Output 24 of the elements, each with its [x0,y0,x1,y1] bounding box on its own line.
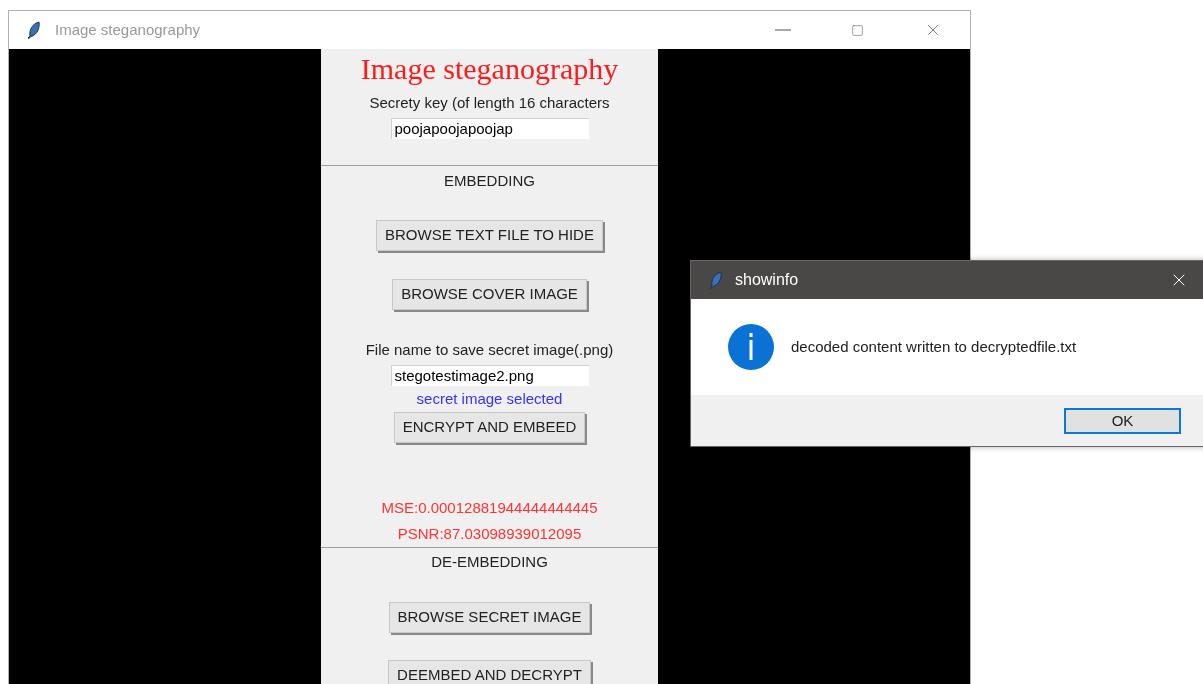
status-text: MSE:0.00012881944444444445 [381,498,598,518]
feather-icon [709,271,723,289]
status-text: PSNR:87.03098939012095 [397,524,582,544]
dialog-title: showinfo [735,270,799,290]
field-label: Secrety key (of length 16 characters [369,93,610,113]
ok-button[interactable]: OK [1064,407,1181,434]
action-button[interactable]: BROWSE TEXT FILE TO HIDE [376,220,603,251]
action-button[interactable]: ENCRYPT AND EMBEED [393,412,586,443]
action-button[interactable]: DEEMBED AND DECRYPT [388,660,591,684]
minimize-icon [774,29,791,31]
input-field[interactable]: stegotestimage2.png [390,365,589,386]
field-label: EMBEDDING [444,171,535,191]
action-button[interactable]: BROWSE COVER IMAGE [392,279,587,310]
maximize-icon [851,23,864,37]
field-label: DE-EMBEDDING [431,552,548,572]
field-label: File name to save secret image(.png) [365,340,614,360]
feather-icon [27,21,41,39]
app-heading: Image steganography [360,51,619,87]
dialog-message: decoded content written to decryptedfile.txt [791,336,1077,357]
action-button[interactable]: BROWSE SECRET IMAGE [388,602,591,633]
info-icon [727,323,775,371]
input-field[interactable]: poojapoojapoojap [390,118,589,139]
window-title: Image steganography [55,19,201,40]
status-text: secret image selected [416,389,563,409]
